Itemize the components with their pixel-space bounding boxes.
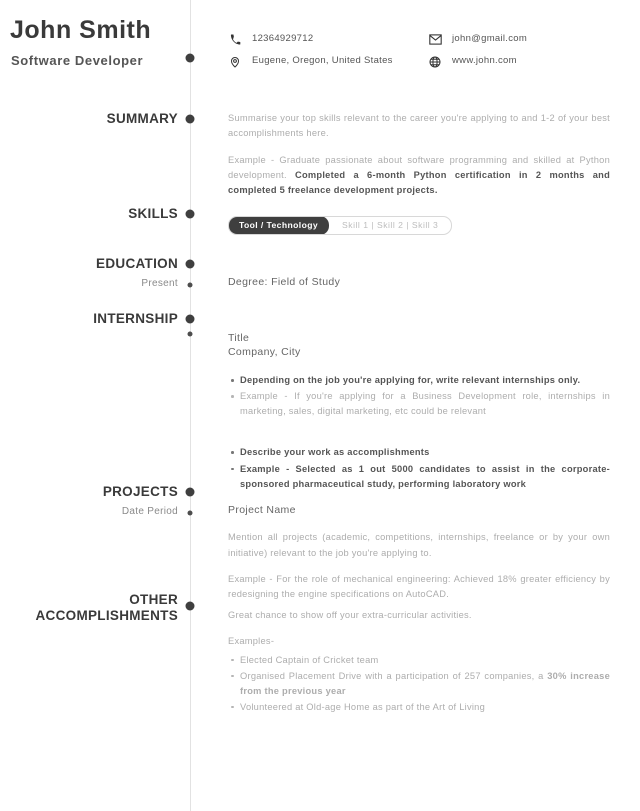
contact-email-text: john@gmail.com	[452, 33, 528, 44]
skill-pill-values: Skill 1 | Skill 2 | Skill 3	[342, 220, 439, 230]
timeline-dot-other-accomplishments	[185, 601, 195, 611]
section-title-education: EDUCATION	[96, 256, 178, 271]
contact-website-text: www.john.com	[452, 55, 517, 66]
other-title-line-1: OTHER	[129, 592, 178, 607]
timeline-dot-internship	[185, 314, 195, 324]
other-title-line-2: ACCOMPLISHMENTS	[35, 607, 178, 623]
location-pin-icon	[228, 55, 242, 68]
list-item: Elected Captain of Cricket team	[231, 653, 610, 668]
other-paragraph-1: Great chance to show off your extra-curr…	[228, 610, 472, 620]
list-item: Example - Selected as 1 out 5000 candida…	[231, 462, 610, 492]
list-item: Organised Placement Drive with a partici…	[231, 669, 610, 699]
summary-paragraph-2: Example - Graduate passionate about soft…	[228, 153, 610, 199]
section-content-skills: Tool / Technology Skill 1 | Skill 2 | Sk…	[228, 215, 610, 235]
list-item: Volunteered at Old-age Home as part of t…	[231, 700, 610, 715]
timeline-dot-summary	[185, 114, 195, 124]
project-name: Project Name	[228, 504, 296, 516]
section-content-education: Degree: Field of Study	[228, 275, 610, 289]
summary-paragraph-1: Summarise your top skills relevant to th…	[228, 113, 610, 139]
list-item: Describe your work as accomplishments	[231, 445, 610, 460]
education-date: Present	[141, 278, 178, 289]
candidate-name: John Smith	[10, 16, 152, 44]
section-title-projects: PROJECTS	[102, 484, 178, 499]
section-title-other-accomplishments: OTHER ACCOMPLISHMENTS	[0, 592, 178, 623]
section-content-summary: Summarise your top skills relevant to th…	[228, 111, 610, 210]
other-bullet-3-light: Volunteered at Old-age Home as part of t…	[240, 701, 486, 712]
phone-icon	[228, 33, 242, 46]
section-content-projects: Project Name Mention all projects (acade…	[228, 503, 610, 602]
contact-phone[interactable]: 12364929712	[228, 33, 418, 46]
section-content-other-accomplishments: Great chance to show off your extra-curr…	[228, 608, 610, 716]
timeline-dot-education	[185, 259, 195, 269]
contact-website[interactable]: www.john.com	[428, 55, 628, 68]
skill-pill[interactable]: Tool / Technology Skill 1 | Skill 2 | Sk…	[228, 215, 453, 235]
candidate-role: Software Developer	[11, 53, 144, 68]
internship-bullets-group-2: Describe your work as accomplishments Ex…	[228, 445, 610, 491]
projects-date: Date Period	[121, 506, 178, 517]
timeline-dot-header	[185, 53, 195, 63]
section-title-internship: INTERNSHIP	[93, 311, 178, 326]
section-content-internship: Title Company, City Depending on the job…	[228, 331, 610, 493]
education-degree: Degree: Field of Study	[228, 276, 341, 288]
list-item: Depending on the job you're applying for…	[231, 373, 610, 388]
envelope-icon	[428, 33, 442, 46]
timeline-dot-internship-entry	[187, 331, 193, 337]
internship-bullets-group-1: Depending on the job you're applying for…	[228, 373, 610, 419]
contact-group-left: 12364929712 Eugene, Oregon, United State…	[228, 33, 418, 77]
other-bullets: Elected Captain of Cricket team Organise…	[228, 653, 610, 715]
section-title-summary: SUMMARY	[106, 111, 178, 126]
skill-pill-key: Tool / Technology	[229, 216, 330, 234]
section-title-skills: SKILLS	[128, 206, 178, 221]
projects-paragraph-2: Example - For the role of mechanical eng…	[228, 573, 610, 600]
other-examples-label: Examples-	[228, 636, 275, 647]
timeline-dot-projects	[185, 487, 195, 497]
contact-group-right: john@gmail.com www.john.com	[428, 33, 628, 77]
internship-company: Company, City	[228, 346, 301, 359]
contact-location: Eugene, Oregon, United States	[228, 55, 418, 68]
contact-location-text: Eugene, Oregon, United States	[252, 55, 393, 66]
other-bullet-2-light: Organised Placement Drive with a partici…	[240, 670, 548, 681]
list-item: Example - If you're applying for a Busin…	[231, 389, 610, 419]
globe-icon	[428, 55, 442, 68]
other-bullet-1-light: Elected Captain of Cricket team	[240, 654, 379, 665]
projects-paragraph-1: Mention all projects (academic, competit…	[228, 532, 610, 558]
contact-phone-text: 12364929712	[252, 33, 314, 44]
internship-title: Title	[228, 332, 250, 344]
contact-email[interactable]: john@gmail.com	[428, 33, 628, 46]
